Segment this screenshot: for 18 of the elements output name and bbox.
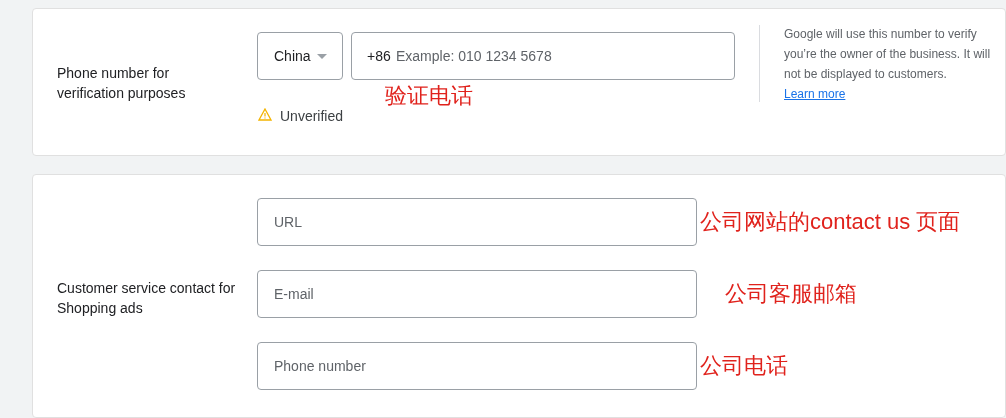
help-text: Google will use this number to verify [784,26,978,43]
help-text: you’re the owner of the business. It will [784,46,992,63]
country-dropdown[interactable]: China [257,32,343,80]
annotation-text: 公司客服邮箱 [725,280,857,308]
learn-more-link[interactable]: Learn more [784,87,846,101]
input-field[interactable]: E-mail [257,270,697,318]
annotation-text: 验证电话 [385,82,473,110]
field-label: Customer service contact for Shopping ads [57,279,237,318]
country-code: +86 [367,47,391,65]
annotation-text: 公司电话 [700,352,788,380]
annotation-text: 公司网站的contact us 页面 [700,208,961,236]
input-field[interactable]: Phone number [257,342,697,390]
input-field[interactable]: URL [257,198,697,246]
field-label: Phone number for verification purposes [57,64,187,103]
caret-icon [316,53,327,59]
status-text: Unverified [280,107,344,126]
help-text: not be displayed to customers. [784,66,948,83]
warning-icon [258,108,272,121]
